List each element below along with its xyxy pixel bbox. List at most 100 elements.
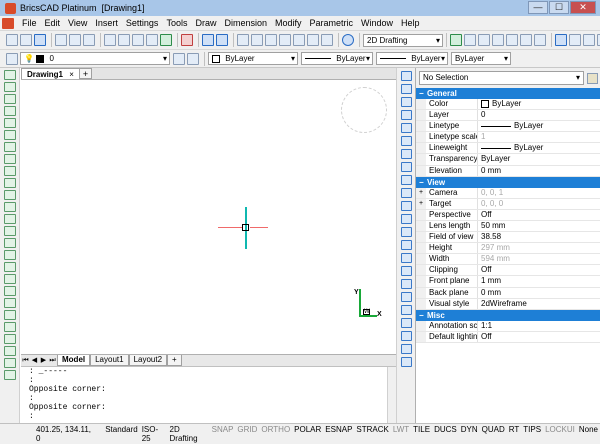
status-toggle-lockui[interactable]: LOCKUI	[543, 425, 577, 443]
section-toggle-icon[interactable]: −	[419, 310, 427, 321]
status-toggle-ortho[interactable]: ORTHO	[259, 425, 292, 443]
property-value[interactable]: 2dWireframe	[478, 299, 600, 309]
status-toggle-grid[interactable]: GRID	[235, 425, 259, 443]
property-value[interactable]: 1 mm	[478, 276, 600, 286]
polyline-icon[interactable]	[4, 82, 16, 92]
first-layout-icon[interactable]: ⏮	[21, 356, 30, 366]
dimension-radius-icon[interactable]	[401, 305, 412, 315]
add-layout-button[interactable]: +	[167, 355, 182, 366]
property-value[interactable]: 0, 0, 0	[478, 199, 600, 209]
layer-previous-icon[interactable]	[173, 52, 185, 65]
property-row[interactable]: Default lighting Off	[416, 331, 600, 343]
close-button[interactable]: ✕	[570, 1, 596, 14]
zoom-previous-icon[interactable]	[506, 34, 518, 46]
menu-settings[interactable]: Settings	[122, 16, 163, 30]
status-toggle-lwt[interactable]: LWT	[391, 425, 411, 443]
drawing-canvas[interactable]: Y W X	[21, 81, 396, 354]
zoom-extents-icon[interactable]	[520, 34, 532, 46]
break-icon[interactable]	[401, 201, 412, 211]
section-misc[interactable]: − Misc	[416, 309, 600, 321]
mtext-icon[interactable]	[4, 286, 16, 296]
property-value[interactable]: 0, 0, 1	[478, 188, 600, 198]
prev-layout-icon[interactable]: ◀	[30, 356, 39, 366]
table-icon[interactable]	[4, 310, 16, 320]
zoom-out-icon[interactable]	[492, 34, 504, 46]
command-input[interactable]: :	[21, 412, 396, 421]
property-value[interactable]: ByLayer	[478, 143, 600, 153]
linetype-combo[interactable]: ByLayer	[301, 52, 373, 65]
section-toggle-icon[interactable]: −	[419, 177, 427, 188]
ellipse-icon[interactable]	[4, 142, 16, 152]
status-toggle-tips[interactable]: TIPS	[521, 425, 543, 443]
section-toggle-icon[interactable]: −	[419, 88, 427, 99]
tab-drawing1[interactable]: Drawing1 ×	[21, 68, 80, 79]
boundary-icon[interactable]	[4, 250, 16, 260]
menu-window[interactable]: Window	[357, 16, 397, 30]
menu-edit[interactable]: Edit	[41, 16, 65, 30]
publish-icon[interactable]	[83, 34, 95, 46]
property-value[interactable]: 50 mm	[478, 221, 600, 231]
property-value[interactable]: ByLayer	[478, 121, 600, 131]
expand-icon[interactable]: +	[416, 187, 426, 198]
property-row[interactable]: Visual style 2dWireframe	[416, 298, 600, 310]
status-toggle-2d-drafting[interactable]: 2D Drafting	[168, 425, 210, 443]
selection-combo[interactable]: No Selection	[419, 71, 584, 85]
hatch-icon[interactable]	[4, 214, 16, 224]
array-icon[interactable]	[401, 149, 412, 159]
delete-icon[interactable]	[181, 34, 193, 46]
revision-cloud-icon[interactable]	[4, 274, 16, 284]
tab-layout1[interactable]: Layout1	[90, 355, 129, 366]
make-current-layer-icon[interactable]	[187, 52, 199, 65]
property-row[interactable]: Perspective Off	[416, 209, 600, 221]
status-toggle-esnap[interactable]: ESNAP	[323, 425, 354, 443]
menu-parametric[interactable]: Parametric	[306, 16, 358, 30]
layer-manager-icon[interactable]	[6, 52, 18, 65]
property-row[interactable]: Front plane 1 mm	[416, 276, 600, 288]
property-value[interactable]: Off	[478, 265, 600, 275]
property-value[interactable]: Off	[478, 210, 600, 220]
insert-icon[interactable]	[4, 334, 16, 344]
block-icon[interactable]	[4, 322, 16, 332]
leader-icon[interactable]	[401, 331, 412, 341]
status-toggle-ducs[interactable]: DUCS	[432, 425, 459, 443]
zoom-realtime-icon[interactable]	[450, 34, 462, 46]
donut-icon[interactable]	[4, 202, 16, 212]
command-line-panel[interactable]: : _----- : Opposite corner: : Opposite c…	[21, 366, 396, 424]
cut-icon[interactable]	[104, 34, 116, 46]
tool-palettes-icon[interactable]	[293, 34, 305, 46]
status-toggle-strack[interactable]: STRACK	[354, 425, 390, 443]
property-row[interactable]: Color ByLayer	[416, 99, 600, 111]
scale-icon[interactable]	[401, 110, 412, 120]
command-scrollbar[interactable]	[387, 367, 396, 424]
orbit-icon[interactable]	[583, 34, 595, 46]
document-menu-icon[interactable]	[2, 17, 14, 29]
plotstyle-combo[interactable]: ByLayer	[451, 52, 511, 65]
zoom-window-icon[interactable]	[464, 34, 476, 46]
drawing-explorer-icon[interactable]	[251, 34, 263, 46]
property-value[interactable]: 594 mm	[478, 254, 600, 264]
expand-icon[interactable]: +	[416, 198, 426, 209]
ray-icon[interactable]	[4, 94, 16, 104]
property-value[interactable]: 0 mm	[478, 166, 600, 176]
properties-icon[interactable]	[265, 34, 277, 46]
rectangle-icon[interactable]	[4, 154, 16, 164]
layers-icon[interactable]	[237, 34, 249, 46]
image-icon[interactable]	[4, 358, 16, 368]
property-row[interactable]: + Target 0, 0, 0	[416, 198, 600, 210]
pan-icon[interactable]	[555, 34, 567, 46]
minimize-button[interactable]: —	[528, 1, 548, 14]
chamfer-icon[interactable]	[401, 227, 412, 237]
pick-icon[interactable]	[160, 34, 172, 46]
region-icon[interactable]	[4, 238, 16, 248]
property-value[interactable]: 0 mm	[478, 288, 600, 298]
undo-icon[interactable]	[202, 34, 214, 46]
property-row[interactable]: Elevation 0 mm	[416, 165, 600, 177]
copy-entity-icon[interactable]	[401, 84, 412, 94]
construction-line-icon[interactable]	[4, 106, 16, 116]
property-row[interactable]: Field of view 38.58	[416, 232, 600, 244]
maximize-button[interactable]: ☐	[549, 1, 569, 14]
tolerance-icon[interactable]	[401, 344, 412, 354]
menu-view[interactable]: View	[64, 16, 91, 30]
status-toggle-tile[interactable]: TILE	[411, 425, 432, 443]
property-value[interactable]: 297 mm	[478, 243, 600, 253]
